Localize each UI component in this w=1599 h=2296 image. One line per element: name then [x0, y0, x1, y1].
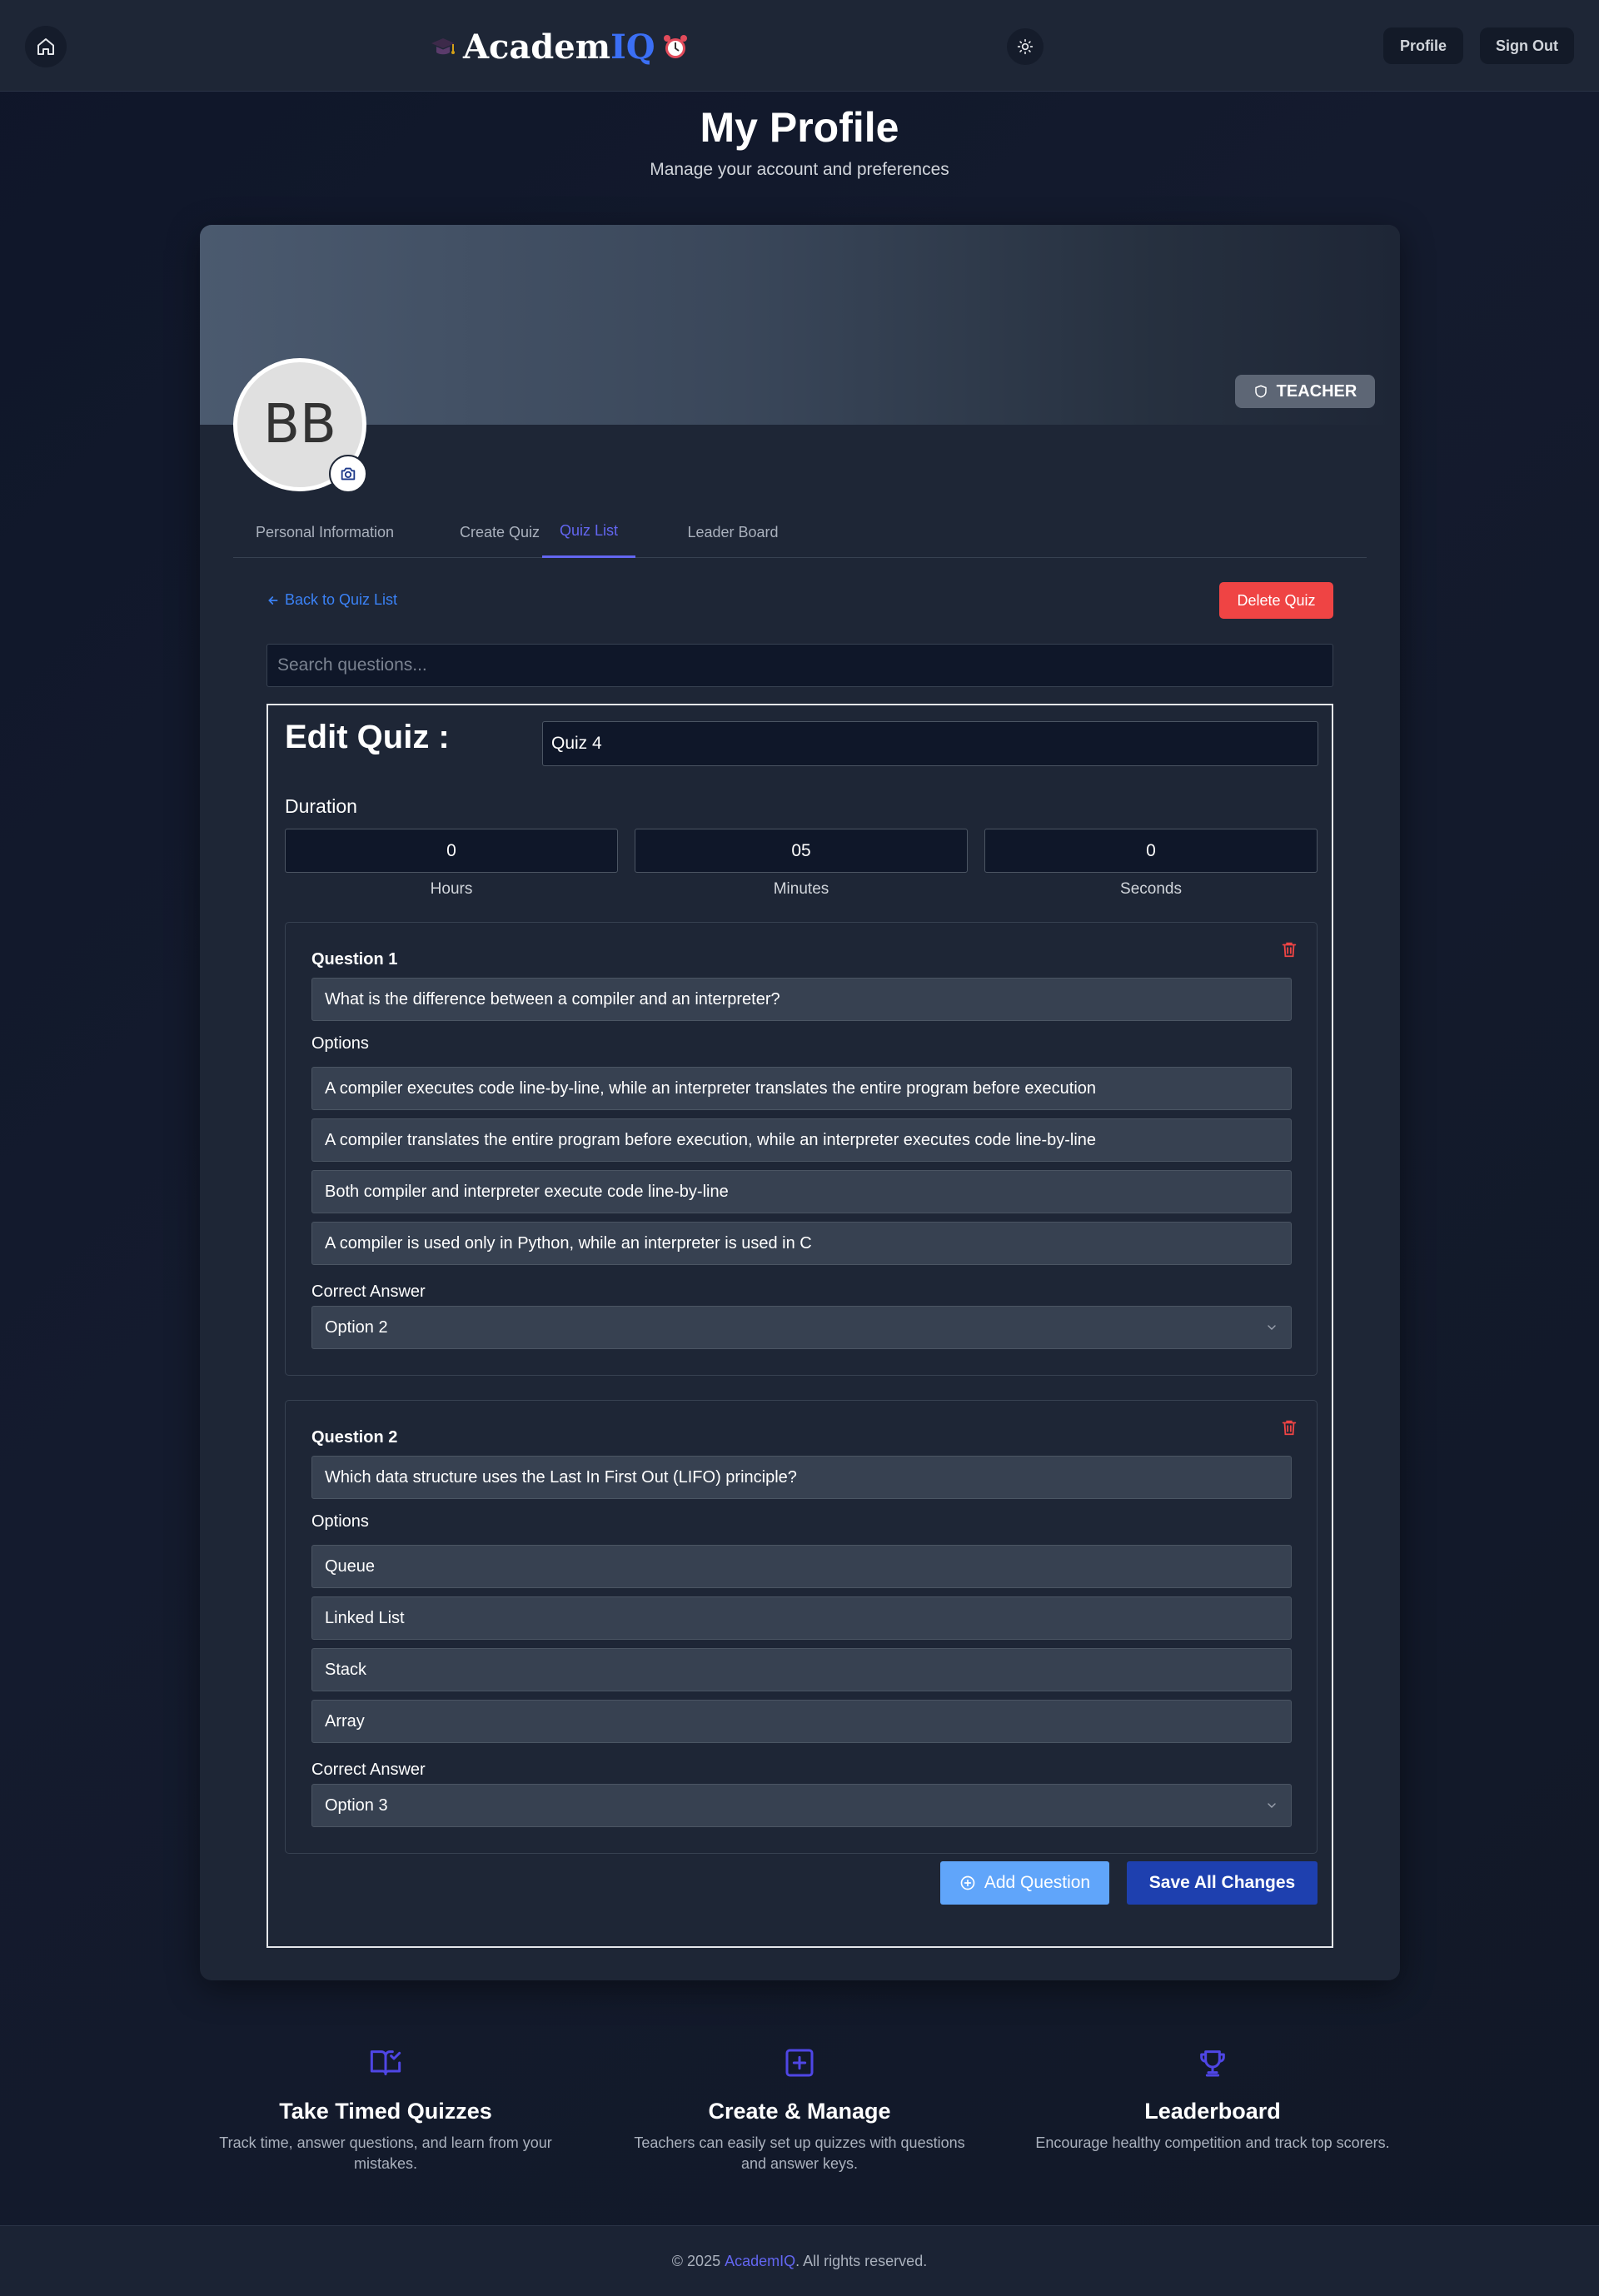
- app-logo[interactable]: AcademIQ: [428, 23, 690, 70]
- option-input-3[interactable]: Both compiler and interpreter execute co…: [311, 1170, 1292, 1213]
- correct-answer-label: Correct Answer: [311, 1761, 426, 1779]
- question-card: Question 2 Which data structure uses the…: [285, 1400, 1318, 1854]
- profile-button[interactable]: Profile: [1383, 27, 1463, 64]
- option-input-3[interactable]: Stack: [311, 1648, 1292, 1691]
- delete-quiz-button[interactable]: Delete Quiz: [1219, 582, 1333, 619]
- options-label: Options: [311, 1512, 369, 1531]
- option-input-1[interactable]: A compiler executes code line-by-line, w…: [311, 1067, 1292, 1110]
- shield-icon: [1254, 385, 1267, 398]
- profile-card: TEACHER BB Personal Information Create Q…: [200, 225, 1400, 1980]
- option-input-2[interactable]: A compiler translates the entire program…: [311, 1118, 1292, 1162]
- options-label: Options: [311, 1034, 369, 1053]
- feature-title: Leaderboard: [1144, 2099, 1281, 2124]
- question-label: Question 1: [311, 950, 398, 969]
- back-link-label: Back to Quiz List: [285, 591, 398, 608]
- camera-icon: [341, 467, 356, 481]
- duration-label: Duration: [285, 795, 357, 817]
- plus-circle-icon: [960, 1875, 975, 1890]
- option-input-4[interactable]: Array: [311, 1700, 1292, 1743]
- footer-prefix: © 2025: [671, 2252, 725, 2269]
- seconds-label: Seconds: [1120, 880, 1182, 898]
- feature-description: Encourage healthy competition and track …: [1035, 2134, 1390, 2151]
- correct-answer-select[interactable]: Option 2: [311, 1306, 1292, 1349]
- hours-label: Hours: [430, 880, 473, 898]
- logo-text-accent: IQ: [610, 27, 655, 67]
- footer-suffix: . All rights reserved.: [795, 2252, 928, 2269]
- plus-square-icon: [785, 2049, 814, 2077]
- question-text-input[interactable]: Which data structure uses the Last In Fi…: [311, 1456, 1292, 1499]
- back-to-quiz-list-link[interactable]: Back to Quiz List: [266, 591, 397, 609]
- option-input-2[interactable]: Linked List: [311, 1596, 1292, 1640]
- save-all-changes-button[interactable]: Save All Changes: [1127, 1861, 1318, 1905]
- home-icon: [37, 38, 54, 55]
- feature-leaderboard: Leaderboard Encourage healthy competitio…: [1034, 2042, 1392, 2154]
- edit-quiz-title: Edit Quiz :: [285, 719, 450, 755]
- theme-toggle-button[interactable]: [1007, 28, 1044, 65]
- question-text-input[interactable]: What is the difference between a compile…: [311, 978, 1292, 1021]
- option-input-4[interactable]: A compiler is used only in Python, while…: [311, 1222, 1292, 1265]
- footer: © 2025 AcademIQ . All rights reserved.: [0, 2225, 1599, 2296]
- correct-answer-value: Option 2: [325, 1317, 388, 1337]
- chevron-down-icon: [1268, 1325, 1276, 1330]
- question-card: Question 1 What is the difference betwee…: [285, 922, 1318, 1376]
- minutes-label: Minutes: [773, 880, 829, 898]
- correct-answer-select[interactable]: Option 3: [311, 1784, 1292, 1827]
- quiz-name-input[interactable]: [542, 721, 1318, 766]
- question-label: Question 2: [311, 1428, 398, 1447]
- role-badge: TEACHER: [1235, 375, 1375, 408]
- feature-create-manage: Create & Manage Teachers can easily set …: [620, 2042, 979, 2174]
- page-subtitle: Manage your account and preferences: [650, 160, 949, 179]
- sun-icon: [1017, 38, 1034, 55]
- feature-description: Teachers can easily set up quizzes with …: [634, 2134, 965, 2172]
- chevron-down-icon: [1268, 1803, 1276, 1808]
- add-question-button[interactable]: Add Question: [940, 1861, 1109, 1905]
- trash-icon: [1282, 942, 1297, 958]
- add-question-label: Add Question: [984, 1873, 1091, 1892]
- alarm-clock-icon: [663, 35, 687, 58]
- arrow-left-icon: [268, 595, 278, 605]
- delete-question-button[interactable]: [1278, 938, 1300, 961]
- feature-title: Take Timed Quizzes: [279, 2099, 492, 2124]
- search-questions-input[interactable]: [266, 644, 1333, 687]
- duration-hours-input[interactable]: [285, 829, 618, 873]
- home-button[interactable]: [25, 26, 67, 67]
- profile-banner: [200, 225, 1400, 425]
- top-navbar: AcademIQ Profile Sign Out: [0, 0, 1599, 92]
- tab-create-quiz[interactable]: Create Quiz: [446, 506, 554, 558]
- tab-personal-information[interactable]: Personal Information: [233, 506, 416, 558]
- feature-title: Create & Manage: [708, 2099, 891, 2124]
- profile-tabs: Personal Information Create Quiz Quiz Li…: [233, 506, 1367, 558]
- correct-answer-value: Option 3: [325, 1795, 388, 1815]
- correct-answer-label: Correct Answer: [311, 1282, 426, 1301]
- trophy-icon: [1200, 2050, 1225, 2077]
- duration-minutes-input[interactable]: [635, 829, 968, 873]
- sign-out-button[interactable]: Sign Out: [1480, 27, 1574, 64]
- page-title: My Profile: [700, 104, 899, 151]
- trash-icon: [1282, 1420, 1297, 1436]
- graduation-cap-icon: [431, 38, 455, 55]
- option-input-1[interactable]: Queue: [311, 1545, 1292, 1588]
- footer-brand-link[interactable]: AcademIQ: [725, 2253, 795, 2270]
- edit-quiz-form: Edit Quiz : Duration Hours Minutes Secon…: [266, 704, 1333, 1948]
- tab-leader-board[interactable]: Leader Board: [666, 506, 800, 558]
- book-check-icon: [370, 2050, 401, 2075]
- change-avatar-button[interactable]: [329, 455, 367, 493]
- duration-seconds-input[interactable]: [984, 829, 1318, 873]
- role-badge-label: TEACHER: [1276, 381, 1357, 401]
- tab-quiz-list[interactable]: Quiz List: [542, 506, 635, 558]
- logo-text: Academ: [463, 27, 611, 67]
- feature-timed-quizzes: Take Timed Quizzes Track time, answer qu…: [207, 2042, 565, 2174]
- feature-description: Track time, answer questions, and learn …: [219, 2134, 552, 2172]
- delete-question-button[interactable]: [1278, 1416, 1300, 1439]
